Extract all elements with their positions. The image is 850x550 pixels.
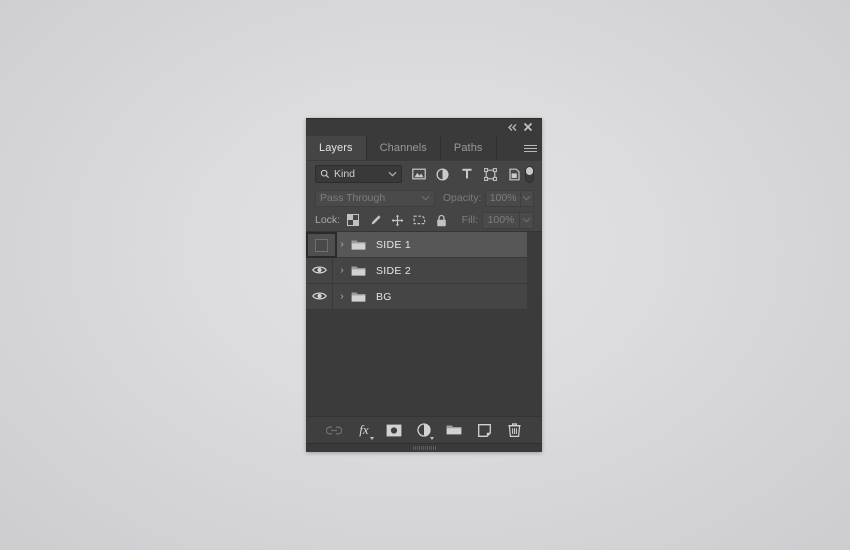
layer-filter-row: Kind	[306, 161, 542, 187]
chevron-down-icon	[421, 192, 430, 204]
layers-panel: Layers Channels Paths Kind Pass Through …	[306, 118, 542, 452]
pixel-layer-filter-icon[interactable]	[411, 167, 426, 182]
panel-tab-strip: Layers Channels Paths	[306, 136, 542, 160]
lock-artboard-nesting-icon[interactable]	[412, 213, 426, 227]
opacity-stepper-caret[interactable]	[520, 189, 534, 207]
add-layer-mask-button[interactable]	[386, 422, 403, 439]
blend-mode-row: Pass Through Opacity: 100%	[306, 187, 542, 209]
delete-layer-button[interactable]	[506, 422, 523, 439]
fill-label: Fill:	[461, 214, 478, 226]
panel-resize-grip[interactable]	[306, 443, 542, 452]
adjustment-layer-filter-icon[interactable]	[435, 167, 450, 182]
chevron-down-icon	[388, 168, 397, 180]
lock-position-icon[interactable]	[390, 213, 404, 227]
grip-dots-icon	[412, 446, 436, 450]
table-row[interactable]: › BG	[306, 284, 527, 310]
new-layer-button[interactable]	[476, 422, 493, 439]
layers-bottom-toolbar: fx	[306, 416, 542, 443]
smart-object-filter-icon[interactable]	[507, 167, 522, 182]
opacity-input[interactable]: 100%	[485, 189, 521, 207]
tab-channels[interactable]: Channels	[366, 136, 441, 160]
layer-visibility-toggle[interactable]	[306, 284, 333, 309]
type-layer-filter-icon[interactable]	[459, 167, 474, 182]
layer-name: SIDE 2	[376, 264, 412, 277]
eye-visibility-icon	[311, 262, 327, 280]
chevron-right-icon[interactable]: ›	[335, 291, 349, 302]
opacity-label: Opacity:	[442, 192, 482, 204]
fill-value: 100%	[487, 214, 515, 226]
layer-name: SIDE 1	[376, 238, 412, 251]
table-row[interactable]: › SIDE 2	[306, 258, 527, 284]
filter-kind-label: Kind	[334, 168, 356, 180]
link-layers-button[interactable]	[326, 422, 343, 439]
filter-type-icons	[411, 167, 522, 182]
layer-visibility-toggle[interactable]	[306, 258, 333, 283]
layer-style-fx-button[interactable]: fx	[356, 422, 374, 440]
tab-paths-label: Paths	[453, 142, 483, 154]
table-row[interactable]: › SIDE 1	[306, 232, 527, 258]
tab-layers-label: Layers	[319, 142, 353, 154]
hidden-eye-placeholder	[315, 238, 328, 252]
layer-group-folder-icon	[349, 284, 367, 309]
panel-menu-button[interactable]	[518, 136, 542, 160]
lock-transparent-pixels-icon[interactable]	[346, 213, 360, 227]
layer-list[interactable]: › SIDE 1 › SIDE 2 › BG	[306, 231, 542, 416]
collapse-panel-icon[interactable]	[504, 119, 520, 135]
filter-kind-dropdown[interactable]: Kind	[315, 165, 402, 183]
layer-group-folder-icon	[349, 232, 367, 257]
layer-name: BG	[376, 290, 392, 303]
filter-enable-toggle[interactable]	[525, 165, 534, 183]
lock-all-icon[interactable]	[434, 213, 448, 227]
close-icon[interactable]	[520, 119, 536, 135]
opacity-value: 100%	[489, 192, 517, 204]
lock-row: Lock: Fill: 100%	[306, 209, 542, 231]
lock-icon-group	[346, 213, 448, 227]
caret-down-icon	[429, 436, 434, 440]
blend-mode-dropdown[interactable]: Pass Through	[315, 189, 435, 207]
eye-visibility-icon	[311, 288, 327, 306]
panel-titlebar	[306, 118, 542, 136]
tab-paths[interactable]: Paths	[440, 136, 497, 160]
blend-mode-value: Pass Through	[320, 192, 386, 204]
chevron-right-icon[interactable]: ›	[335, 239, 349, 250]
fill-stepper-caret[interactable]	[520, 211, 534, 229]
panel-body: Kind Pass Through Opacity: 100% Lock: Fi…	[306, 160, 542, 452]
visibility-highlight-box[interactable]	[306, 232, 337, 258]
fill-input[interactable]: 100%	[482, 211, 520, 229]
caret-down-icon	[369, 436, 374, 440]
search-icon	[320, 169, 330, 179]
tab-layers[interactable]: Layers	[306, 136, 367, 160]
new-group-button[interactable]	[446, 422, 463, 439]
chevron-right-icon[interactable]: ›	[335, 265, 349, 276]
layer-group-folder-icon	[349, 258, 367, 283]
shape-layer-filter-icon[interactable]	[483, 167, 498, 182]
lock-label: Lock:	[315, 214, 341, 226]
lock-image-pixels-icon[interactable]	[368, 213, 382, 227]
hamburger-menu-icon	[523, 143, 537, 154]
new-adjustment-layer-button[interactable]	[416, 422, 434, 440]
tab-channels-label: Channels	[379, 142, 427, 154]
